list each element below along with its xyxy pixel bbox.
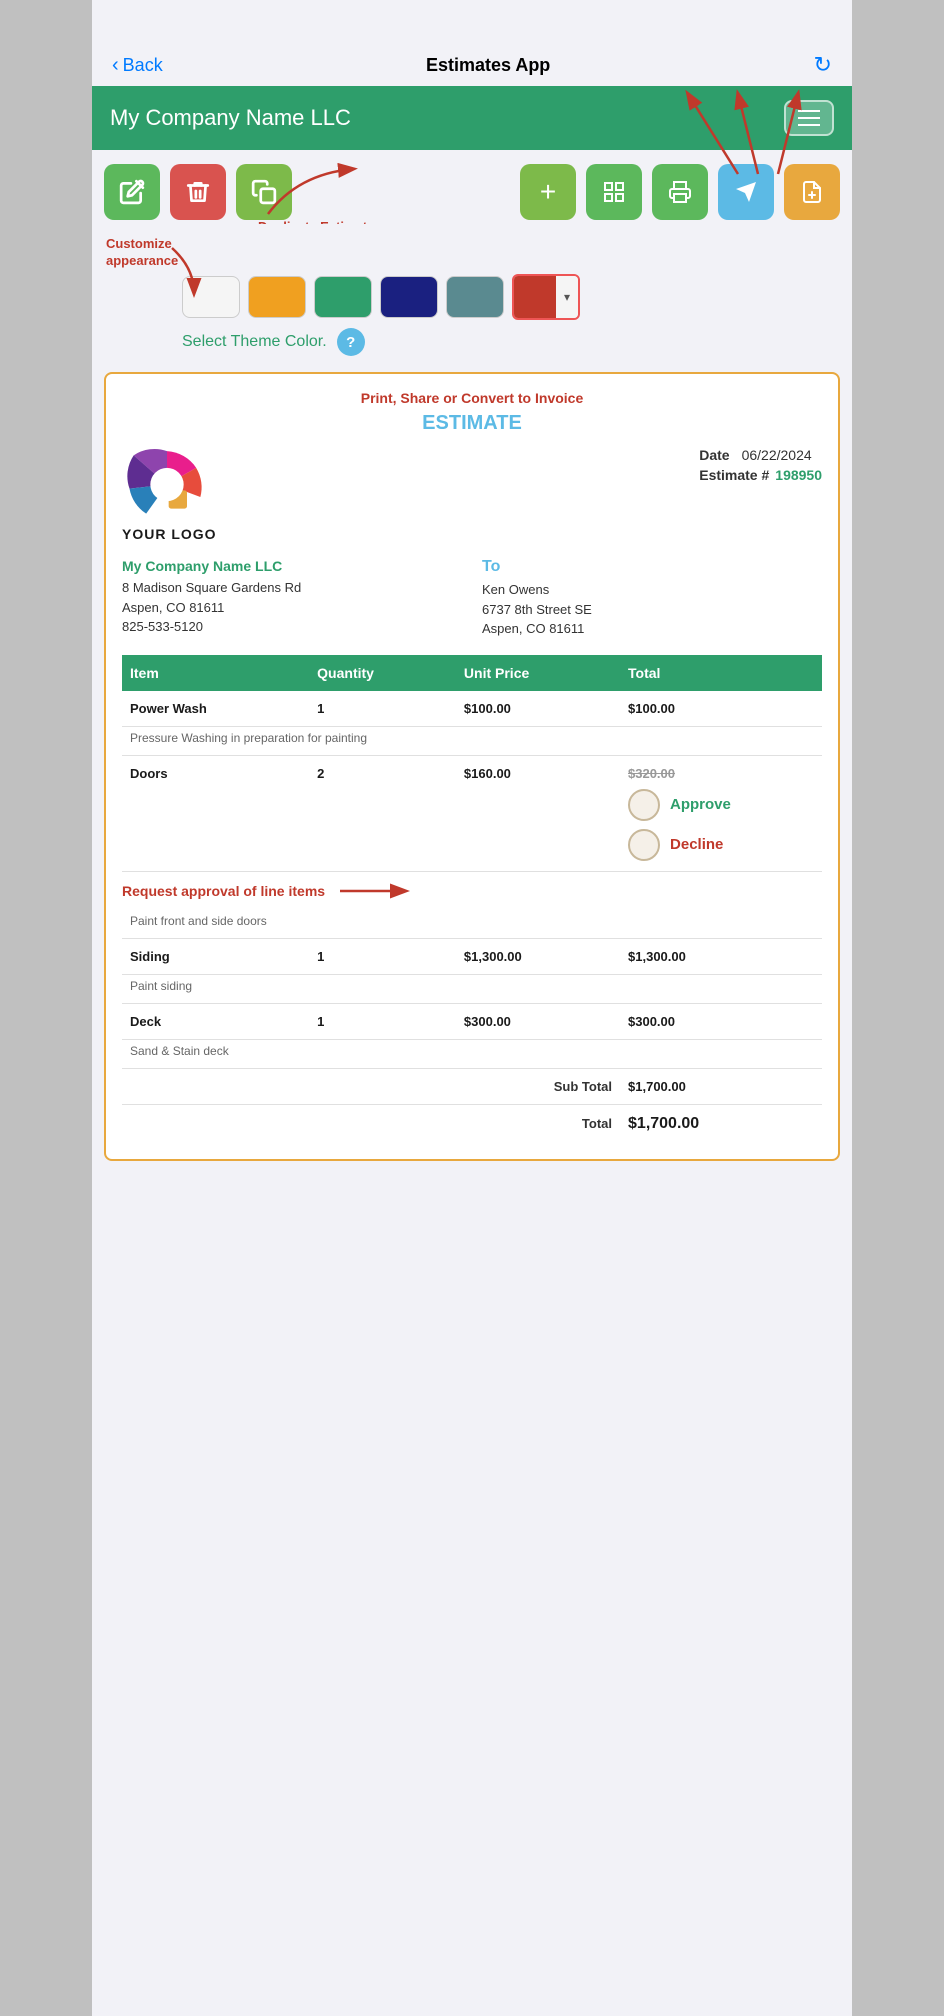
estimate-hash-label: Estimate # [699,467,769,483]
item-total-doors: $320.00 Approve Decline [620,755,822,871]
item-price-deck: $300.00 [456,1003,620,1039]
swatch-navy[interactable] [380,276,438,318]
item-total-power-wash: $100.00 [620,691,822,727]
approval-arrow [335,876,415,906]
col-quantity: Quantity [309,655,456,691]
from-address: 8 Madison Square Gardens Rd Aspen, CO 81… [122,578,462,637]
sub-total-row: Sub Total $1,700.00 [122,1068,822,1104]
status-bar [92,0,852,44]
grid-button[interactable] [586,164,642,220]
help-button[interactable]: ? [337,328,365,356]
estimate-document: Print, Share or Convert to Invoice ESTIM… [104,372,840,1161]
delete-button[interactable] [170,164,226,220]
item-total-strikethrough: $320.00 [628,766,675,781]
item-qty-siding: 1 [309,938,456,974]
item-name-doors: Doors [122,755,309,871]
swatch-green[interactable] [314,276,372,318]
estimate-title: ESTIMATE [122,412,822,435]
table-row: Doors 2 $160.00 $320.00 Approve [122,755,822,871]
approve-radio[interactable] [628,789,660,821]
duplicate-button[interactable] [236,164,292,220]
swatch-chevron-down-icon[interactable]: ▾ [556,276,578,318]
col-total: Total [620,655,822,691]
convert-button[interactable] [784,164,840,220]
color-swatches-row: ▾ [104,274,840,320]
item-desc-power-wash: Pressure Washing in preparation for pain… [122,726,822,755]
add-button[interactable]: + [520,164,576,220]
table-row-desc: Pressure Washing in preparation for pain… [122,726,822,755]
from-company-name: My Company Name LLC [122,558,462,574]
approve-option[interactable]: Approve [628,789,814,821]
table-row: Power Wash 1 $100.00 $100.00 [122,691,822,727]
total-value: $1,700.00 [620,1104,822,1143]
request-approval-annotation: Request approval of line items [122,883,325,899]
sub-total-label: Sub Total [554,1079,612,1094]
swatch-red [514,276,556,318]
item-desc-deck: Sand & Stain deck [122,1039,822,1068]
nav-bar: ‹ Back Estimates App ↻ [92,44,852,86]
col-item: Item [122,655,309,691]
item-desc-doors: Paint front and side doors [122,910,822,939]
swatch-selected-dropdown[interactable]: ▾ [512,274,580,320]
col-unit-price: Unit Price [456,655,620,691]
from-section: My Company Name LLC 8 Madison Square Gar… [122,558,462,639]
item-qty-deck: 1 [309,1003,456,1039]
item-qty-power-wash: 1 [309,691,456,727]
item-price-power-wash: $100.00 [456,691,620,727]
decline-option[interactable]: Decline [628,829,814,861]
header-banner: My Company Name LLC [92,86,852,150]
item-price-doors: $160.00 [456,755,620,871]
print-share-annotation: Print, Share or Convert to Invoice [122,390,822,406]
to-contact: Ken Owens 6737 8th Street SE Aspen, CO 8… [482,580,822,639]
back-label: Back [123,55,163,76]
print-button[interactable] [652,164,708,220]
company-name: My Company Name LLC [110,105,351,131]
date-label: Date [699,447,729,463]
item-qty-doors: 2 [309,755,456,871]
share-button[interactable] [718,164,774,220]
swatch-teal[interactable] [446,276,504,318]
swatch-white[interactable] [182,276,240,318]
page-title: Estimates App [426,55,550,76]
logo-text: YOUR LOGO [122,526,217,542]
refresh-button[interactable]: ↻ [814,52,832,78]
table-row: Siding 1 $1,300.00 $1,300.00 [122,938,822,974]
item-name-power-wash: Power Wash [122,691,309,727]
item-total-siding: $1,300.00 [620,938,822,974]
item-price-siding: $1,300.00 [456,938,620,974]
back-button[interactable]: ‹ Back [112,54,163,77]
total-label: Total [582,1116,612,1131]
sub-total-value: $1,700.00 [620,1068,822,1104]
swatch-orange[interactable] [248,276,306,318]
table-row-desc: Paint front and side doors [122,910,822,939]
customize-annotation: Customize appearance [106,236,176,270]
theme-label: Select Theme Color. [182,333,327,351]
table-row-desc: Sand & Stain deck [122,1039,822,1068]
item-name-deck: Deck [122,1003,309,1039]
approve-label: Approve [670,796,731,813]
estimate-number: 198950 [775,467,822,483]
table-row: Deck 1 $300.00 $300.00 [122,1003,822,1039]
decline-label: Decline [670,836,723,853]
company-logo [122,447,212,522]
line-items-table: Item Quantity Unit Price Total Power Was… [122,655,822,1143]
item-name-siding: Siding [122,938,309,974]
item-desc-siding: Paint siding [122,974,822,1003]
to-section: To Ken Owens 6737 8th Street SE Aspen, C… [462,558,822,639]
to-label: To [482,558,822,576]
approval-annotation-row: Request approval of line items [122,871,822,910]
table-row-desc: Paint siding [122,974,822,1003]
decline-radio[interactable] [628,829,660,861]
menu-button[interactable] [784,100,834,136]
date-value: 06/22/2024 [742,447,812,463]
item-total-deck: $300.00 [620,1003,822,1039]
total-row: Total $1,700.00 [122,1104,822,1143]
chevron-left-icon: ‹ [112,54,119,77]
edit-button[interactable] [104,164,160,220]
